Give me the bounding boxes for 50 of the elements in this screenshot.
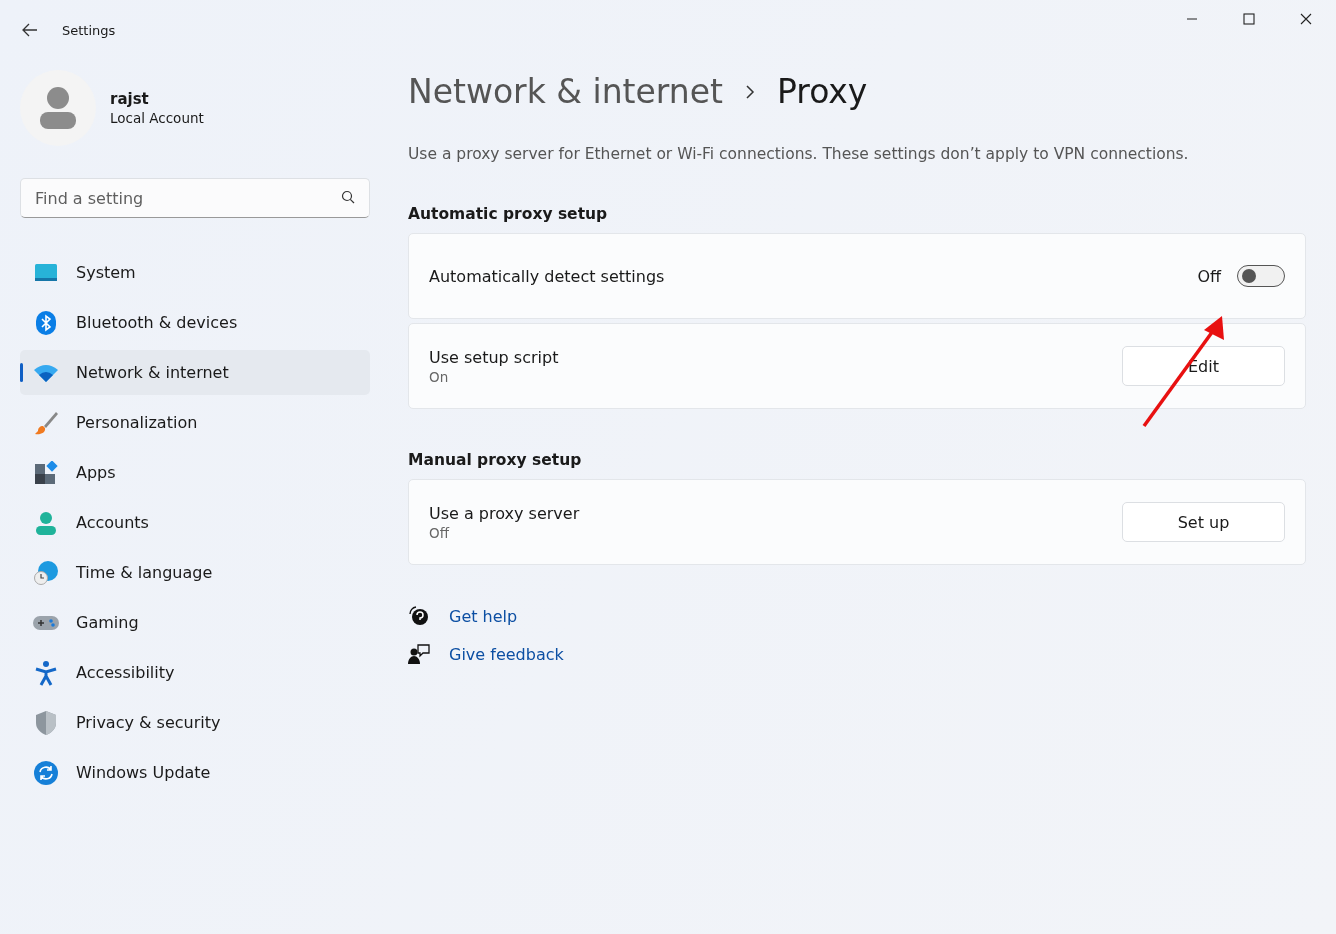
- sidebar-item[interactable]: Network & internet: [20, 350, 370, 395]
- accessibility-icon: [33, 659, 59, 686]
- maximize-icon[interactable]: [1243, 13, 1255, 25]
- sidebar-item[interactable]: Personalization: [20, 400, 370, 445]
- monitor-icon: [33, 262, 59, 283]
- sidebar-item[interactable]: Bluetooth & devices: [20, 300, 370, 345]
- account-type: Local Account: [110, 110, 204, 126]
- setting-label: Use a proxy server: [429, 503, 581, 523]
- sidebar-item[interactable]: Windows Update: [20, 750, 370, 795]
- user-name: rajst: [110, 90, 150, 108]
- globe-clock-icon: [33, 560, 59, 585]
- refresh-icon: [33, 760, 59, 785]
- page-title: Proxy: [776, 72, 868, 111]
- avatar-icon: [20, 70, 96, 146]
- search-field[interactable]: Find a setting: [20, 178, 370, 218]
- window-title: Settings: [62, 22, 116, 38]
- chevron-icon: [744, 84, 755, 99]
- toggle-switch[interactable]: [1237, 265, 1285, 287]
- setting-label: Automatically detect settings: [429, 266, 666, 286]
- sidebar-item[interactable]: Time & language: [20, 550, 370, 595]
- sidebar-item[interactable]: Apps: [20, 450, 370, 495]
- paintbrush-icon: [33, 410, 59, 435]
- sidebar-item[interactable]: System: [20, 250, 370, 295]
- action-button[interactable]: Set up: [1122, 502, 1285, 542]
- gamepad-icon: [33, 614, 59, 631]
- setting-label: Use setup script: [429, 347, 560, 367]
- sidebar-item[interactable]: Accounts: [20, 500, 370, 545]
- toggle-state-label: Off: [1197, 266, 1221, 286]
- apps-icon: [33, 460, 59, 485]
- section-heading: Automatic proxy setup: [408, 205, 609, 223]
- section-heading: Manual proxy setup: [408, 451, 583, 469]
- page-description: Use a proxy server for Ethernet or Wi-Fi connections. These settings don’t apply to VPN connections.: [408, 145, 1190, 163]
- selection-indicator: [20, 363, 23, 382]
- wifi-icon: [33, 363, 59, 382]
- shield-icon: [33, 710, 59, 735]
- bluetooth-icon: [33, 310, 59, 335]
- sidebar-item[interactable]: Accessibility: [20, 650, 370, 695]
- help-link[interactable]: Give feedback: [449, 644, 564, 664]
- sidebar-item[interactable]: Privacy & security: [20, 700, 370, 745]
- close-icon[interactable]: [1300, 13, 1312, 25]
- breadcrumb-link[interactable]: Network & internet: [408, 72, 723, 111]
- person-icon: [33, 510, 59, 535]
- search-icon[interactable]: [341, 190, 355, 204]
- help-link[interactable]: Get help: [449, 606, 518, 626]
- back-icon[interactable]: [22, 23, 38, 37]
- feedback-icon: [408, 643, 430, 665]
- setting-status: On: [429, 368, 450, 385]
- sidebar-item[interactable]: Gaming: [20, 600, 370, 645]
- help-bubble-icon: [408, 605, 430, 627]
- setting-status: Off: [429, 524, 451, 541]
